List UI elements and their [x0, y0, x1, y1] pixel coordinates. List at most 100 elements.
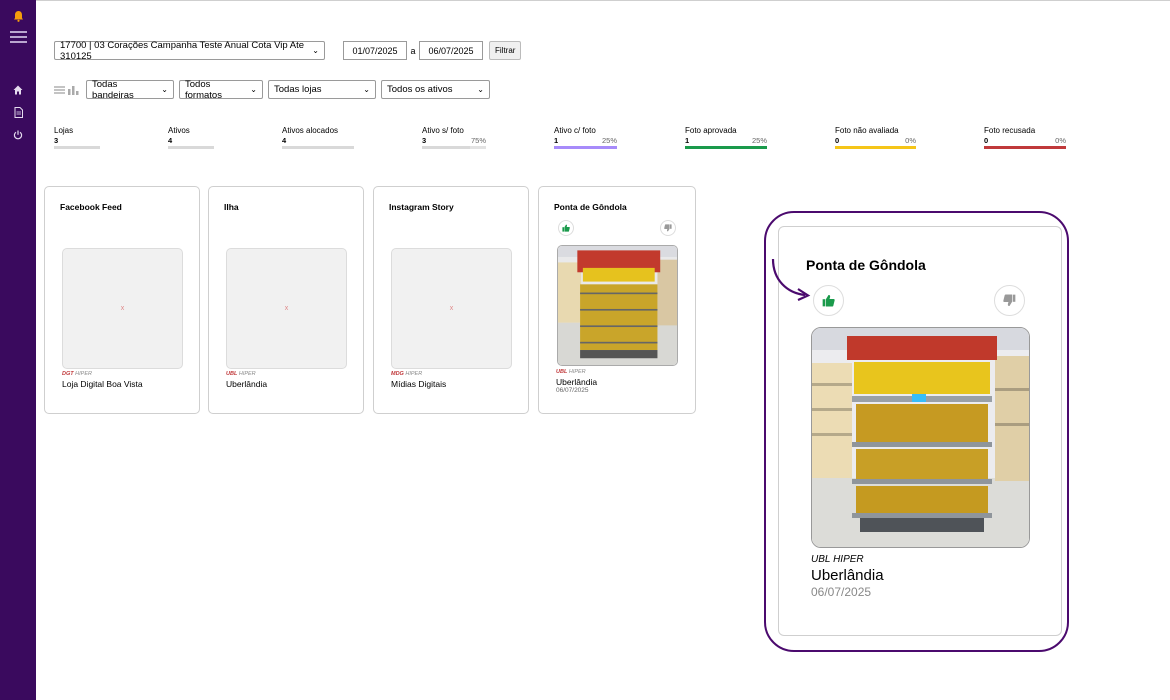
formatos-select[interactable]: Todos formatos ⌄ [179, 78, 263, 101]
chevron-down-icon: ⌄ [161, 85, 168, 94]
stat-bar [984, 146, 1066, 149]
stat-percent: 75% [470, 136, 486, 145]
image-placeholder: x [391, 248, 512, 369]
stat-label: Foto aprovada [685, 126, 737, 135]
chevron-down-icon: ⌄ [250, 85, 257, 94]
broken-image-icon: x [120, 305, 125, 312]
store-tag: DGT HIPER [62, 371, 92, 377]
stat-label: Ativos [168, 126, 190, 135]
campaign-select[interactable]: 17700 | 03 Corações Campanha Teste Anual… [54, 39, 325, 62]
thumbs-down-icon [1003, 294, 1016, 306]
stat-bar [54, 146, 100, 149]
stat-bar [554, 146, 617, 149]
store-code: UBL [811, 554, 831, 565]
image-placeholder: x [62, 248, 183, 369]
store-type: HIPER [568, 369, 586, 375]
thumbs-down-icon [664, 224, 672, 232]
stat-value: 3 [54, 136, 59, 145]
stat-foto-aprovada: Foto aprovada 1 25% [685, 126, 767, 149]
gondola-photo-image [812, 328, 1029, 547]
store-code: UBL [556, 369, 568, 375]
approve-button[interactable] [558, 220, 574, 236]
thumbs-up-icon [562, 224, 570, 232]
asset-card[interactable]: Facebook Feed x DGT HIPER Loja Digital B… [44, 186, 200, 414]
lojas-select-value: Todas lojas [274, 84, 322, 95]
chevron-down-icon: ⌄ [477, 85, 484, 94]
date-to-input[interactable]: 06/07/2025 [419, 41, 483, 60]
image-placeholder: x [226, 248, 347, 369]
stat-value: 1 [685, 136, 690, 145]
menu-icon[interactable] [0, 30, 36, 44]
stat-bar [685, 146, 767, 149]
home-icon[interactable] [0, 85, 36, 95]
bandeiras-select-value: Todas bandeiras [92, 78, 134, 101]
stat-label: Foto recusada [984, 126, 1036, 135]
gondola-photo-large[interactable] [811, 327, 1030, 548]
stat-bar [168, 146, 214, 149]
stat-lojas: Lojas 3 [54, 126, 100, 149]
reject-button[interactable] [994, 285, 1025, 316]
store-name: Uberlândia [811, 567, 884, 584]
store-code: MDG [391, 371, 404, 377]
stat-label: Ativo c/ foto [554, 126, 596, 135]
campaign-filter-row: 17700 | 03 Corações Campanha Teste Anual… [54, 39, 522, 62]
store-tag: UBL HIPER [226, 371, 256, 377]
chevron-down-icon: ⌄ [363, 85, 370, 94]
store-type: HIPER [238, 371, 256, 377]
detail-title: Ponta de Gôndola [806, 257, 926, 273]
stat-bar [282, 146, 354, 149]
reject-button[interactable] [660, 220, 676, 236]
store-tag: MDG HIPER [391, 371, 422, 377]
stat-foto-recusada: Foto recusada 0 0% [984, 126, 1066, 149]
store-name: Uberlândia [226, 379, 268, 389]
stat-percent: 25% [751, 136, 767, 145]
bell-icon[interactable] [0, 10, 36, 22]
stat-bar [835, 146, 916, 149]
ativos-select[interactable]: Todos os ativos ⌄ [381, 80, 490, 99]
stat-label: Ativos alocados [282, 126, 339, 135]
store-tag: UBL HIPER [811, 554, 864, 565]
chevron-down-icon: ⌄ [312, 46, 319, 55]
stats-row: Lojas 3 Ativos 4 Ativos alocados 4 Ativo… [0, 126, 1170, 156]
stat-percent: 25% [601, 136, 617, 145]
photo-date: 06/07/2025 [811, 585, 872, 599]
store-type: HIPER [405, 371, 423, 377]
stat-percent: 0% [905, 136, 916, 145]
thumbs-up-icon [822, 295, 835, 307]
asset-card-selected[interactable]: Ponta de Gôndola UBL HIPER Uberlândia 06… [538, 186, 696, 414]
bar-chart-icon[interactable] [68, 85, 79, 95]
asset-card-title: Facebook Feed [60, 202, 122, 212]
stat-ativo-com-foto: Ativo c/ foto 1 25% [554, 126, 617, 149]
store-tag: UBL HIPER [556, 369, 586, 375]
bandeiras-select[interactable]: Todas bandeiras ⌄ [86, 78, 174, 101]
asset-card[interactable]: Instagram Story x MDG HIPER Mídias Digit… [373, 186, 529, 414]
stat-foto-nao-avaliada: Foto não avaliada 0 0% [835, 126, 916, 149]
top-divider [36, 0, 1170, 1]
store-type: HIPER [833, 554, 864, 565]
store-code: UBL [226, 371, 238, 377]
filter-button[interactable]: Filtrar [489, 41, 522, 60]
stat-value: 4 [282, 136, 287, 145]
store-name: Uberlândia [556, 377, 598, 387]
lojas-select[interactable]: Todas lojas ⌄ [268, 80, 376, 99]
approve-button[interactable] [813, 285, 844, 316]
stat-label: Ativo s/ foto [422, 126, 464, 135]
stat-ativo-sem-foto: Ativo s/ foto 3 75% [422, 126, 486, 149]
asset-card-title: Ilha [224, 202, 239, 212]
formatos-select-value: Todos formatos [185, 78, 222, 101]
document-icon[interactable] [0, 107, 36, 118]
attribute-filter-row: Todas bandeiras ⌄ Todos formatos ⌄ Todas… [54, 78, 490, 101]
asset-card-detail: Ponta de Gôndola UBL HIPER Uberlândia 06… [778, 226, 1062, 636]
date-from-input[interactable]: 01/07/2025 [343, 41, 407, 60]
sliders-icon[interactable] [54, 85, 65, 95]
stat-bar [422, 146, 486, 149]
gondola-photo-thumbnail[interactable] [557, 245, 678, 366]
date-separator: a [410, 45, 416, 56]
asset-card[interactable]: Ilha x UBL HIPER Uberlândia [208, 186, 364, 414]
store-code: DGT [62, 371, 74, 377]
campaign-select-value: 17700 | 03 Corações Campanha Teste Anual… [60, 39, 305, 62]
stat-percent: 0% [1055, 136, 1066, 145]
store-name: Mídias Digitais [391, 379, 447, 389]
store-type: HIPER [75, 371, 92, 377]
stat-label: Lojas [54, 126, 74, 135]
